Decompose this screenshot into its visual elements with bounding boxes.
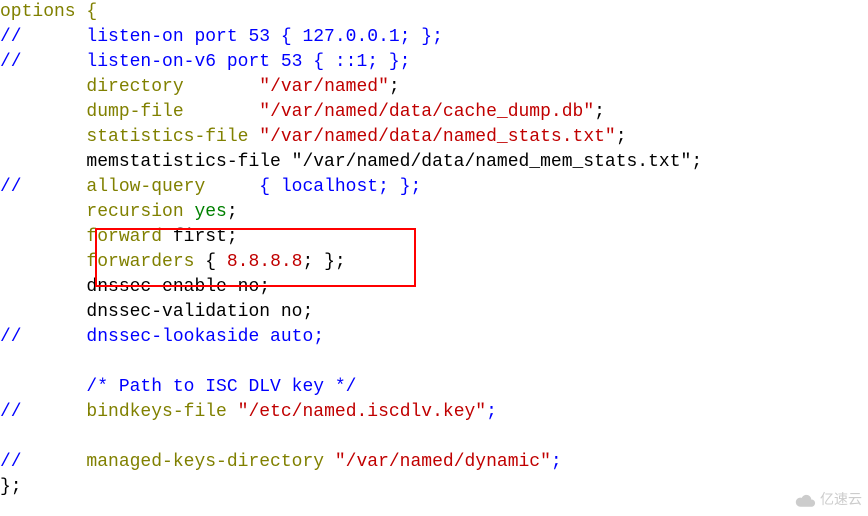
cloud-icon [794, 493, 816, 507]
commented-line: dnssec-lookaside auto; [86, 327, 324, 347]
directive-dnssec-enable: dnssec-enable no; [86, 277, 270, 297]
close-brace: }; [0, 477, 22, 497]
string-value: "/var/named" [259, 77, 389, 97]
directive-forwarders: forwarders [86, 252, 194, 272]
directive-allow-query: allow-query [86, 177, 205, 197]
commented-value: { localhost; }; [259, 177, 421, 197]
commented-line: listen-on-v6 port 53 { ::1; }; [86, 52, 410, 72]
comment-marker: // [0, 327, 22, 347]
string-value: "/etc/named.iscdlv.key" [238, 402, 486, 422]
comment-marker: // [0, 177, 22, 197]
directive-forward: forward [86, 227, 162, 247]
string-value: "/var/named/dynamic" [335, 452, 551, 472]
keyword-options: options { [0, 2, 97, 22]
value-yes: yes [194, 202, 226, 222]
directive-memstatistics: memstatistics-file "/var/named/data/name… [86, 152, 702, 172]
directive-dnssec-validation: dnssec-validation no; [86, 302, 313, 322]
value-first: first; [173, 227, 238, 247]
directive-dump-file: dump-file [86, 102, 183, 122]
string-value: "/var/named/data/cache_dump.db" [259, 102, 594, 122]
directive-statistics-file: statistics-file [86, 127, 248, 147]
comment-marker: // [0, 52, 22, 72]
watermark: 亿速云 [794, 487, 862, 512]
code-block: options { // listen-on port 53 { 127.0.0… [0, 0, 868, 500]
directive-bindkeys-file: bindkeys-file [86, 402, 226, 422]
comment-marker: // [0, 402, 22, 422]
forwarder-ip: 8.8.8.8 [227, 252, 303, 272]
comment-marker: // [0, 452, 22, 472]
directive-managed-keys-directory: managed-keys-directory [86, 452, 324, 472]
directive-recursion: recursion [86, 202, 183, 222]
watermark-text: 亿速云 [820, 487, 862, 512]
directive-directory: directory [86, 77, 183, 97]
string-value: "/var/named/data/named_stats.txt" [259, 127, 615, 147]
commented-line: listen-on port 53 { 127.0.0.1; }; [86, 27, 442, 47]
block-comment: /* Path to ISC DLV key */ [86, 377, 356, 397]
comment-marker: // [0, 27, 22, 47]
